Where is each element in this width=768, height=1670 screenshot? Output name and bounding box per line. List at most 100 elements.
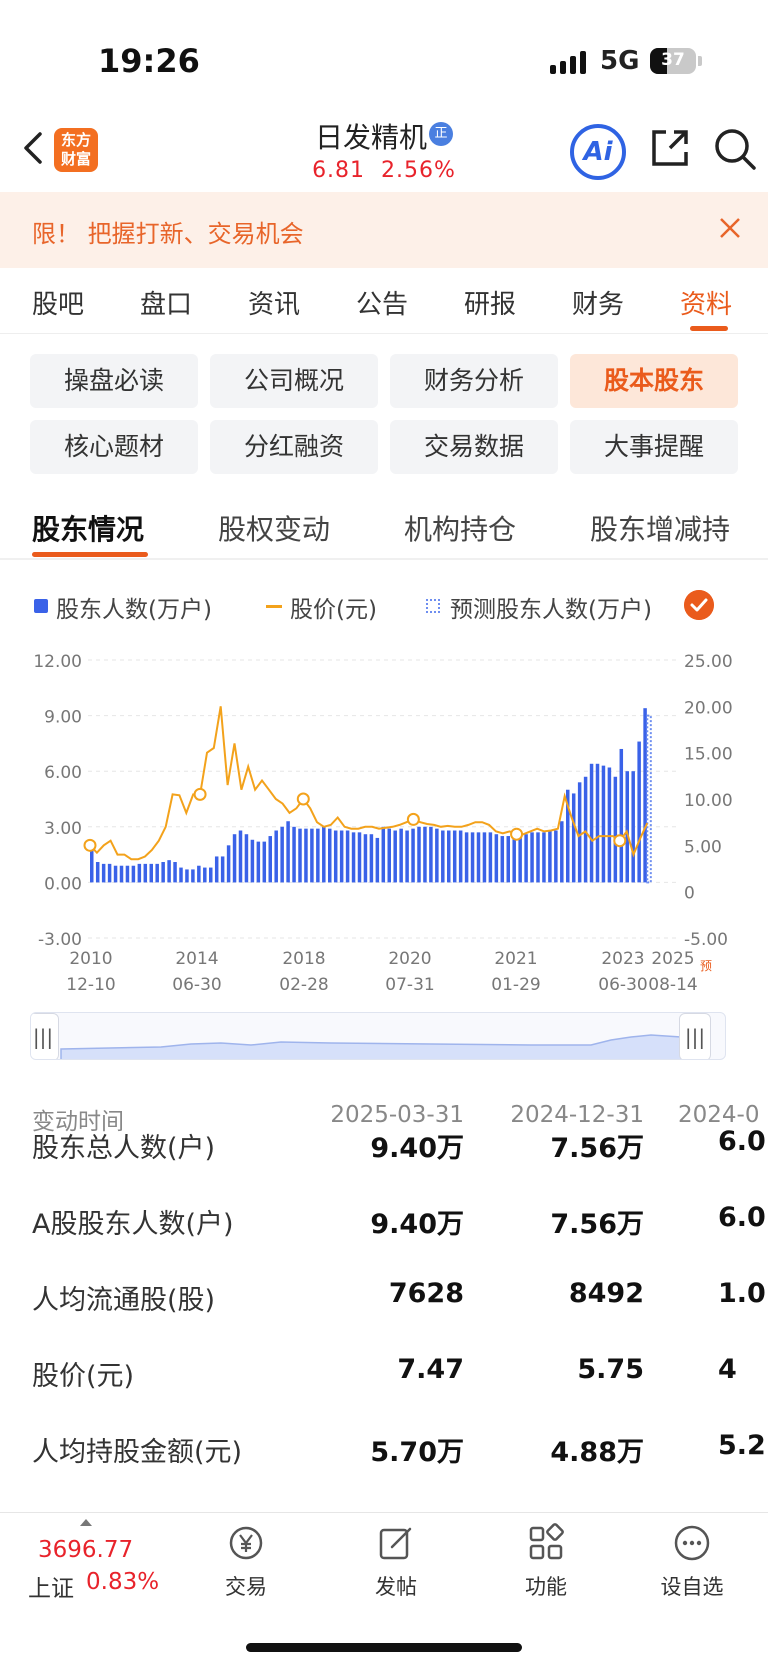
navigator-right-handle[interactable]: ||| [679, 1013, 711, 1059]
close-icon[interactable] [718, 216, 742, 240]
ai-button[interactable]: Ai [570, 124, 626, 180]
holders-bar [191, 869, 195, 883]
holders-bar [637, 741, 641, 883]
x-tick-year: 2020 [388, 949, 431, 969]
share-icon[interactable] [648, 126, 692, 170]
btn-trading-data[interactable]: 交易数据 [390, 420, 558, 474]
legend-price[interactable]: 股价(元) [290, 590, 377, 624]
legend-line-swatch [266, 605, 282, 608]
chart-range-navigator[interactable]: ||| ||| [30, 1012, 726, 1060]
holders-bar [185, 869, 189, 883]
holders-bar [179, 867, 183, 883]
holders-bar [113, 865, 118, 883]
nav-trade[interactable]: 交易 [186, 1523, 306, 1601]
holders-bar [232, 834, 237, 883]
x-tick-year: 2021 [494, 949, 537, 969]
holders-bar [90, 849, 94, 883]
tab-pankou[interactable]: 盘口 [140, 284, 192, 321]
btn-events[interactable]: 大事提醒 [570, 420, 738, 474]
subtab-equity-changes[interactable]: 股权变动 [218, 508, 330, 548]
battery-level: 37 [661, 50, 685, 70]
index-value[interactable]: 3696.77 [38, 1537, 133, 1563]
row-value: 4.88万 [550, 1437, 644, 1468]
tab-guba[interactable]: 股吧 [32, 284, 84, 321]
table-row[interactable]: 人均流通股(股) 7628 8492 1.0 [0, 1278, 768, 1354]
row-value: 7.47 [397, 1354, 464, 1385]
checkmark-icon[interactable] [684, 590, 714, 620]
index-name[interactable]: 上证 [28, 1569, 74, 1603]
legend-forecast[interactable]: 预测股东人数(万户) [450, 590, 652, 624]
nav-functions[interactable]: 功能 [486, 1523, 606, 1601]
subtab-holder-changes[interactable]: 股东增减持 [590, 508, 730, 548]
btn-shareholders[interactable]: 股本股东 [570, 354, 738, 408]
holders-bar [262, 841, 267, 883]
table-row[interactable]: 人均持股金额(元) 5.70万 4.88万 5.2 [0, 1430, 768, 1506]
table-row[interactable]: A股股东人数(户) 9.40万 7.56万 6.0 [0, 1202, 768, 1278]
tab-news[interactable]: 资讯 [248, 284, 300, 321]
holders-bar [583, 776, 588, 883]
stock-name: 日发精机 [314, 121, 427, 154]
holders-bar [363, 834, 368, 883]
x-tick-date: 12-10 [66, 975, 115, 995]
nav-post[interactable]: 发帖 [336, 1523, 456, 1601]
holders-bar [345, 830, 350, 883]
expand-up-icon[interactable] [80, 1519, 92, 1526]
index-change[interactable]: 0.83% [86, 1569, 159, 1595]
holders-bar [268, 836, 272, 883]
screen: { "status": {"time": "19:26", "network":… [0, 0, 768, 1670]
holders-bar [351, 832, 356, 883]
subtab-shareholder-status[interactable]: 股东情况 [32, 508, 144, 548]
holders-bar [554, 830, 558, 883]
tab-research[interactable]: 研报 [464, 284, 516, 321]
y-left-tick-label: 9.00 [44, 708, 82, 728]
x-tick-year: 2014 [175, 949, 218, 969]
holders-bar [536, 832, 540, 883]
holders-bar [488, 832, 493, 883]
nav-watchlist[interactable]: 设自选 [632, 1523, 752, 1601]
stock-price: 6.81 [312, 158, 366, 183]
more-icon [674, 1525, 710, 1561]
nav-trade-label: 交易 [225, 1575, 267, 1599]
x-tick-date: 07-31 [385, 975, 434, 995]
row-value: 6.0 [718, 1202, 766, 1233]
holders-bar [369, 834, 374, 883]
shareholder-chart[interactable]: 12.00 9.00 6.00 3.00 0.00 -3.00 25.00 20.00 15.0… [0, 640, 768, 1010]
holders-bar [238, 830, 243, 883]
price-marker [613, 834, 627, 848]
holders-bar [524, 834, 528, 883]
promo-banner[interactable]: 限！ 把握打新、交易机会 [0, 192, 768, 268]
main-tab-bar: 股吧 盘口 资讯 公告 研报 财务 资料 [0, 268, 768, 334]
row-value: 4 [718, 1354, 737, 1385]
y-left-tick-label: 12.00 [33, 652, 82, 672]
tab-announcements[interactable]: 公告 [356, 284, 408, 321]
row-value: 7628 [388, 1278, 464, 1309]
table-row[interactable]: 股东总人数(户) 9.40万 7.56万 6.0 [0, 1126, 768, 1202]
home-indicator [246, 1643, 522, 1652]
row-label: A股股东人数(户) [32, 1209, 234, 1240]
x-tick-year: 2025 [651, 949, 694, 969]
tab-finance[interactable]: 财务 [572, 284, 624, 321]
btn-financial-analysis[interactable]: 财务分析 [390, 354, 558, 408]
row-value: 6.0 [718, 1126, 766, 1157]
subtab-institutional-holdings[interactable]: 机构持仓 [404, 508, 516, 548]
btn-core-themes[interactable]: 核心题材 [30, 420, 198, 474]
price-line [89, 706, 649, 861]
btn-company-overview[interactable]: 公司概况 [210, 354, 378, 408]
holders-bar [155, 863, 159, 883]
row-value: 9.40万 [370, 1133, 464, 1164]
legend-holders[interactable]: 股东人数(万户) [56, 590, 212, 624]
btn-trading-guide[interactable]: 操盘必读 [30, 354, 198, 408]
table-row[interactable]: 股价(元) 7.47 5.75 4 [0, 1354, 768, 1430]
navigator-left-handle[interactable]: ||| [31, 1013, 59, 1059]
btn-dividends[interactable]: 分红融资 [210, 420, 378, 474]
holders-bar [577, 782, 582, 883]
holders-bar [405, 830, 409, 883]
search-icon[interactable] [712, 126, 758, 172]
holders-bar [328, 828, 332, 883]
holders-bar [500, 836, 505, 883]
holders-bar [244, 834, 249, 883]
holders-bar [530, 832, 534, 883]
y-left-tick-label: 0.00 [44, 874, 82, 894]
holders-bar [512, 836, 516, 883]
tab-profile[interactable]: 资料 [680, 284, 732, 321]
